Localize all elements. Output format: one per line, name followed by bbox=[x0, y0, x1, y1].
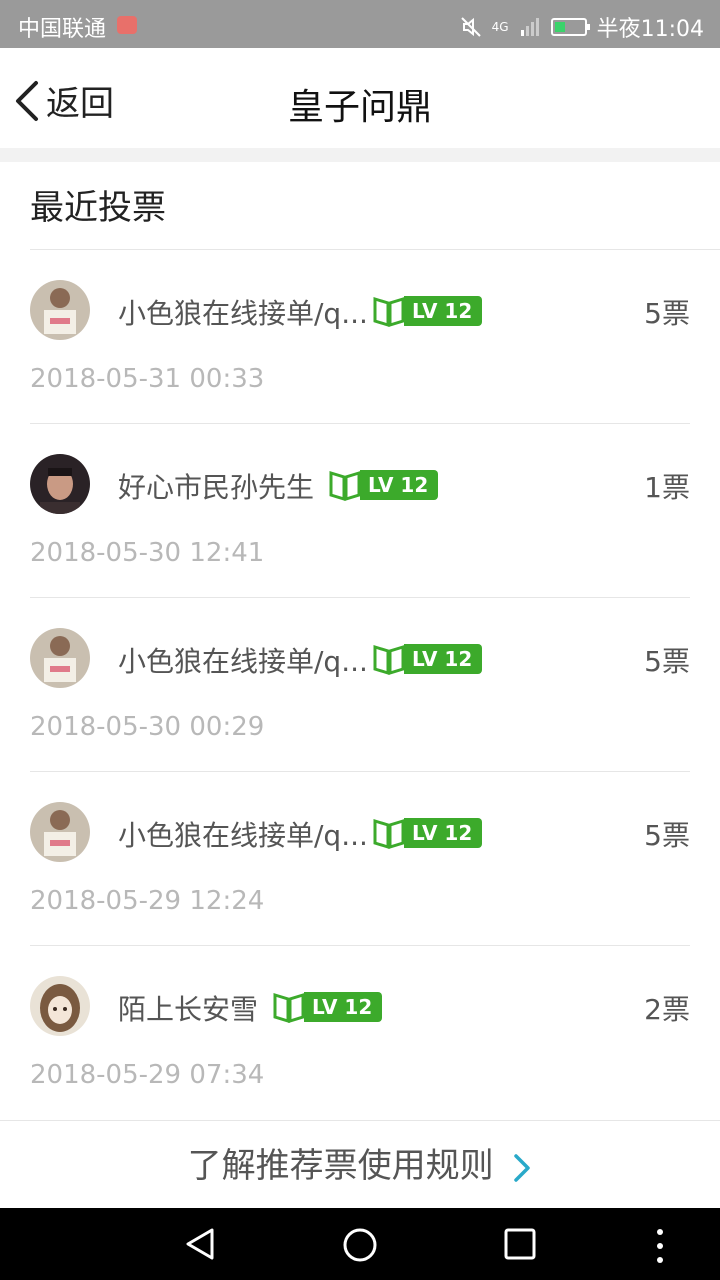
level-label: LV 12 bbox=[404, 644, 483, 674]
level-label: LV 12 bbox=[360, 470, 439, 500]
book-icon bbox=[373, 818, 405, 850]
vote-count: 5票 bbox=[644, 819, 690, 852]
list-item[interactable]: 好心市民孙先生 LV 12 1票 2018-05-30 12:41 bbox=[0, 424, 720, 598]
book-icon bbox=[373, 644, 405, 676]
signal-icon bbox=[520, 18, 539, 36]
level-label: LV 12 bbox=[404, 296, 483, 326]
rules-link[interactable]: 了解推荐票使用规则 bbox=[0, 1138, 720, 1187]
status-bar: 中国联通 4G 半夜11:04 bbox=[0, 0, 720, 48]
status-icons: 4G 半夜11:04 bbox=[460, 11, 704, 43]
top-bar: 返回 皇子问鼎 bbox=[0, 48, 720, 148]
vote-count: 5票 bbox=[644, 645, 690, 678]
more-vertical-icon[interactable] bbox=[648, 1226, 672, 1266]
level-badge: LV 12 bbox=[372, 816, 483, 850]
vote-time: 2018-05-29 12:24 bbox=[30, 886, 265, 916]
level-label: LV 12 bbox=[404, 818, 483, 848]
vote-list: 小色狼在线接单/q... LV 12 5票 2018-05-31 00:33 好… bbox=[0, 250, 720, 1120]
avatar[interactable] bbox=[30, 802, 90, 862]
rules-link-label: 了解推荐票使用规则 bbox=[187, 1146, 494, 1186]
book-icon bbox=[329, 470, 361, 502]
user-name[interactable]: 小色狼在线接单/q... bbox=[118, 814, 368, 854]
vote-time: 2018-05-29 07:34 bbox=[30, 1060, 265, 1090]
level-badge: LV 12 bbox=[272, 990, 383, 1024]
level-badge: LV 12 bbox=[328, 468, 439, 502]
user-name[interactable]: 陌上长安雪 bbox=[118, 988, 258, 1028]
vote-time: 2018-05-30 00:29 bbox=[30, 712, 265, 742]
list-item[interactable]: 小色狼在线接单/q... LV 12 5票 2018-05-29 12:24 bbox=[0, 772, 720, 946]
back-triangle-icon[interactable] bbox=[182, 1226, 218, 1262]
vote-count: 2票 bbox=[644, 993, 690, 1026]
network-label: 4G bbox=[491, 20, 509, 34]
avatar[interactable] bbox=[30, 454, 90, 514]
list-item[interactable]: 小色狼在线接单/q... LV 12 5票 2018-05-31 00:33 bbox=[0, 250, 720, 424]
user-name[interactable]: 好心市民孙先生 bbox=[118, 466, 314, 506]
clock: 半夜11:04 bbox=[596, 17, 704, 42]
system-nav-bar bbox=[0, 1208, 720, 1280]
notification-icon bbox=[117, 16, 137, 34]
chevron-right-icon bbox=[514, 1153, 531, 1182]
book-icon bbox=[373, 296, 405, 328]
level-badge: LV 12 bbox=[372, 294, 483, 328]
vote-time: 2018-05-30 12:41 bbox=[30, 538, 265, 568]
avatar[interactable] bbox=[30, 628, 90, 688]
level-badge: LV 12 bbox=[372, 642, 483, 676]
battery-icon bbox=[550, 18, 590, 36]
user-name[interactable]: 小色狼在线接单/q... bbox=[118, 640, 368, 680]
home-circle-icon[interactable] bbox=[341, 1226, 379, 1264]
footer-divider bbox=[0, 1120, 720, 1121]
avatar[interactable] bbox=[30, 976, 90, 1036]
level-label: LV 12 bbox=[304, 992, 383, 1022]
avatar[interactable] bbox=[30, 280, 90, 340]
book-icon bbox=[273, 992, 305, 1024]
list-item[interactable]: 陌上长安雪 LV 12 2票 2018-05-29 07:34 bbox=[0, 946, 720, 1120]
vote-count: 1票 bbox=[644, 471, 690, 504]
page-title: 皇子问鼎 bbox=[287, 87, 432, 128]
user-name[interactable]: 小色狼在线接单/q... bbox=[118, 292, 368, 332]
section-title: 最近投票 bbox=[30, 188, 166, 228]
recents-square-icon[interactable] bbox=[502, 1226, 538, 1262]
vote-time: 2018-05-31 00:33 bbox=[30, 364, 265, 394]
header-divider bbox=[0, 148, 720, 162]
carrier-label: 中国联通 bbox=[18, 17, 107, 42]
vote-count: 5票 bbox=[644, 297, 690, 330]
mute-icon bbox=[460, 17, 481, 37]
list-item[interactable]: 小色狼在线接单/q... LV 12 5票 2018-05-30 00:29 bbox=[0, 598, 720, 772]
